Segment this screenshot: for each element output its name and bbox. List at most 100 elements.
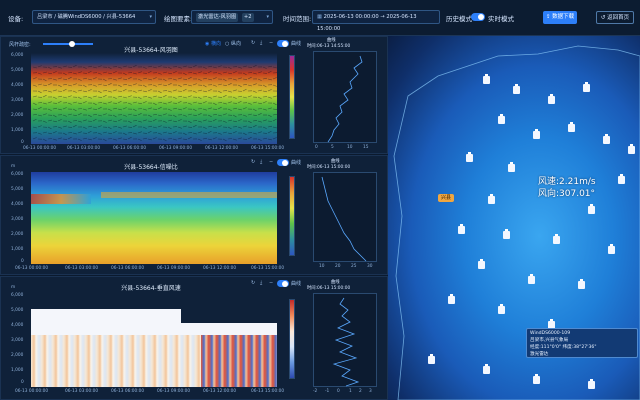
download-label: 数据下载 <box>552 14 575 20</box>
radio-vertical[interactable]: ○ 纵向 <box>225 40 241 47</box>
station-marker[interactable] <box>628 144 635 154</box>
y-tick: 2,000 <box>11 353 24 358</box>
snr-panel: ↻ ⤓ − 曲线 兴县-53664-信噪比 m 6,000 5,000 4,00… <box>0 155 388 275</box>
station-marker[interactable] <box>503 229 510 239</box>
x-tick: 06-13 15:00:00 <box>251 266 285 271</box>
y-tick: 2,000 <box>11 113 24 118</box>
station-marker[interactable] <box>513 84 520 94</box>
wind-barb-plot[interactable] <box>31 53 277 144</box>
back-label: 返回首页 <box>607 15 630 21</box>
element-tag: 激光雷达-风羽图 <box>196 13 239 22</box>
popup-title: WindDS6000-109 <box>530 331 571 336</box>
station-marker[interactable] <box>533 129 540 139</box>
minus-icon[interactable]: − <box>269 40 273 46</box>
back-home-button[interactable]: ↺ 返回首页 <box>596 11 634 24</box>
time-label: 时间范围: <box>283 15 312 23</box>
y-tick: 0 <box>21 259 24 264</box>
vertical-wind-plot[interactable] <box>31 295 277 387</box>
station-marker[interactable] <box>568 122 575 132</box>
panel-title: 兴县-53664-垂直风速 <box>121 285 181 292</box>
y-tick: 1,000 <box>11 128 24 133</box>
profile-x-tick: -2 <box>313 389 318 394</box>
y-tick: 5,000 <box>11 187 24 192</box>
station-marker[interactable] <box>608 244 615 254</box>
station-marker[interactable] <box>583 82 590 92</box>
station-marker[interactable] <box>533 374 540 384</box>
map-view[interactable]: 风速:2.21m/s 风向:307.01° 兴县 WindDS6000-109 … <box>388 36 640 400</box>
back-icon: ↺ <box>600 15 606 21</box>
y-unit: m <box>11 164 16 169</box>
color-scale-bar <box>289 176 295 256</box>
profile-chart <box>313 293 377 387</box>
profile-x-tick: 15 <box>363 145 369 150</box>
time-range-picker[interactable]: ▦ 2025-06-13 00:00:00 → 2025-06-13 15:00… <box>312 10 440 32</box>
y-tick: 2,000 <box>11 232 24 237</box>
station-popup: WindDS6000-109 吕梁市,兴县气象局 经度:111°0'0" 纬度:… <box>526 328 638 358</box>
profile-x-tick: 30 <box>367 264 373 269</box>
station-marker[interactable] <box>478 259 485 269</box>
station-marker[interactable] <box>498 304 505 314</box>
snr-plot[interactable] <box>31 172 277 264</box>
profile-x-tick: 0 <box>337 389 340 394</box>
profile-chart <box>313 51 377 143</box>
x-tick: 06-13 06:00:00 <box>111 389 145 394</box>
radio-horizontal[interactable]: ◉ 横向 <box>205 40 221 47</box>
y-tick: 4,000 <box>11 202 24 207</box>
device-select[interactable]: 吕梁市 / 磁腾WindDS6000 / 兴县-53664 ▾ <box>32 10 156 24</box>
color-scale-bar <box>289 55 295 139</box>
wind-readout: 风速:2.21m/s 风向:307.01° <box>538 176 596 200</box>
data-download-button[interactable]: ⇪ 数据下载 <box>543 11 577 24</box>
station-marker[interactable] <box>588 379 595 389</box>
station-marker[interactable] <box>488 194 495 204</box>
station-marker[interactable] <box>498 114 505 124</box>
station-marker[interactable] <box>483 364 490 374</box>
station-marker[interactable] <box>428 354 435 364</box>
y-tick: 6,000 <box>11 293 24 298</box>
profile-chart <box>313 172 377 262</box>
station-marker[interactable] <box>466 152 473 162</box>
popup-place: 吕梁市,兴县气象局 <box>530 338 569 343</box>
profile-line <box>327 55 363 143</box>
profile-line <box>332 297 360 387</box>
station-marker[interactable] <box>483 74 490 84</box>
upload-icon: ⇪ <box>545 14 551 20</box>
y-tick: 3,000 <box>11 217 24 222</box>
station-marker[interactable] <box>603 134 610 144</box>
wind-direction: 风向:307.01° <box>538 189 596 199</box>
profile-x-tick: 5 <box>331 145 334 150</box>
selected-station-label[interactable]: 兴县 <box>438 194 455 202</box>
device-value: 吕梁市 / 磁腾WindDS6000 / 兴县-53664 <box>37 14 136 20</box>
station-marker[interactable] <box>618 174 625 184</box>
station-marker[interactable] <box>588 204 595 214</box>
station-marker[interactable] <box>508 162 515 172</box>
curve-toggle[interactable] <box>277 40 289 47</box>
panel-title: 兴县-53664-信噪比 <box>124 164 178 171</box>
mode-toggle[interactable] <box>471 13 485 21</box>
y-tick: 6,000 <box>11 172 24 177</box>
profile-time: 时间:06-13 14:55:00 <box>307 44 351 49</box>
color-scale-bar <box>289 299 295 379</box>
station-marker[interactable] <box>553 234 560 244</box>
y-tick: 5,000 <box>11 308 24 313</box>
profile-x-tick: 0 <box>315 145 318 150</box>
elements-select[interactable]: 激光雷达-风羽图 +2 ▾ <box>191 10 273 24</box>
profile-x-tick: 2 <box>359 389 362 394</box>
download-icon[interactable]: ⤓ <box>260 40 262 46</box>
x-tick: 06-13 03:00:00 <box>67 146 101 151</box>
y-tick: 4,000 <box>11 83 24 88</box>
station-marker[interactable] <box>528 274 535 284</box>
station-marker[interactable] <box>458 224 465 234</box>
chevron-down-icon: ▾ <box>149 14 152 20</box>
y-tick: 3,000 <box>11 338 24 343</box>
station-marker[interactable] <box>548 94 555 104</box>
y-tick: 1,000 <box>11 247 24 252</box>
x-tick: 06-13 09:00:00 <box>157 266 191 271</box>
x-tick: 06-13 03:00:00 <box>65 389 99 394</box>
device-label: 设备: <box>8 15 24 23</box>
x-tick: 06-13 00:00:00 <box>23 146 57 151</box>
station-marker[interactable] <box>578 279 585 289</box>
curve-label: 曲线 <box>291 41 302 47</box>
refresh-icon[interactable]: ↻ <box>251 40 255 46</box>
station-marker[interactable] <box>448 294 455 304</box>
x-tick: 06-13 12:00:00 <box>203 266 237 271</box>
